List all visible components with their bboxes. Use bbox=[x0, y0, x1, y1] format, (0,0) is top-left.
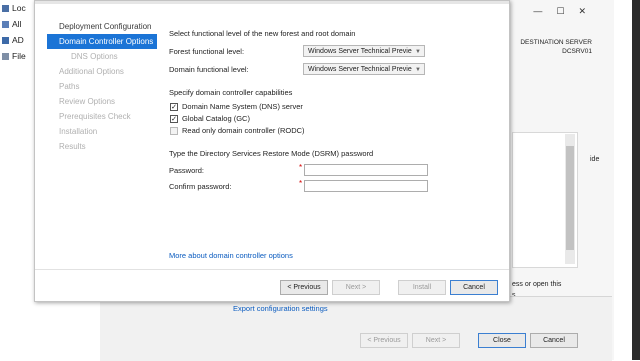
chevron-down-icon: ▼ bbox=[415, 49, 421, 55]
background-next-button[interactable]: Next > bbox=[412, 333, 460, 348]
dsrm-heading: Type the Directory Services Restore Mode… bbox=[169, 149, 374, 158]
install-button[interactable]: Install bbox=[398, 280, 446, 295]
nav-item-results: Results bbox=[59, 142, 86, 151]
confirm-password-input[interactable] bbox=[304, 180, 428, 192]
cancel-button[interactable]: Cancel bbox=[450, 280, 498, 295]
nav-item-dns-options: DNS Options bbox=[71, 52, 118, 61]
previous-button[interactable]: < Previous bbox=[280, 280, 328, 295]
destination-server-name: DCSRV01 bbox=[562, 48, 592, 55]
required-marker: * bbox=[299, 163, 303, 172]
background-previous-button[interactable]: < Previous bbox=[360, 333, 408, 348]
confirm-password-label: Confirm password: bbox=[169, 182, 232, 191]
desktop-edge bbox=[632, 0, 640, 360]
sidebar-item-label: All bbox=[12, 19, 22, 29]
file-services-icon bbox=[2, 53, 9, 60]
background-footer bbox=[100, 296, 612, 361]
nav-item-prerequisites-check: Prerequisites Check bbox=[59, 112, 131, 121]
forest-level-value: Windows Server Technical Previe bbox=[308, 48, 412, 55]
nav-item-domain-controller-options[interactable]: Domain Controller Options bbox=[47, 34, 157, 49]
background-text-fragment: ide bbox=[590, 156, 600, 163]
nav-item-paths: Paths bbox=[59, 82, 80, 91]
password-label: Password: bbox=[169, 166, 205, 175]
minimize-icon[interactable]: — bbox=[533, 6, 556, 16]
window-controls: —☐✕ bbox=[533, 6, 600, 17]
dialog-footer-divider bbox=[35, 269, 509, 270]
dns-server-label: Domain Name System (DNS) server bbox=[182, 102, 303, 111]
password-input[interactable] bbox=[304, 164, 428, 176]
functional-level-heading: Select functional level of the new fores… bbox=[169, 29, 356, 38]
sidebar-item-label: AD bbox=[12, 35, 24, 45]
rodc-label: Read only domain controller (RODC) bbox=[182, 126, 305, 135]
nav-item-deployment-configuration[interactable]: Deployment Configuration bbox=[47, 19, 157, 34]
export-configuration-link[interactable]: Export configuration settings bbox=[233, 304, 328, 313]
chevron-down-icon: ▼ bbox=[415, 67, 421, 73]
domain-level-select[interactable]: Windows Server Technical Previe ▼ bbox=[303, 63, 425, 75]
sidebar-item-label: File bbox=[12, 51, 26, 61]
dialog-title-edge bbox=[35, 1, 509, 4]
local-server-icon bbox=[2, 5, 9, 12]
required-marker: * bbox=[299, 179, 303, 188]
capabilities-heading: Specify domain controller capabilities bbox=[169, 88, 293, 97]
checkmark-icon: ✓ bbox=[171, 116, 177, 123]
global-catalog-label: Global Catalog (GC) bbox=[182, 114, 250, 123]
all-servers-icon bbox=[2, 21, 9, 28]
global-catalog-checkbox[interactable]: ✓ bbox=[170, 115, 178, 123]
dns-server-checkbox[interactable]: ✓ bbox=[170, 103, 178, 111]
next-button[interactable]: Next > bbox=[332, 280, 380, 295]
scrollbar-thumb[interactable] bbox=[566, 146, 574, 250]
sidebar-item-local[interactable]: Loc bbox=[2, 3, 26, 13]
forest-level-select[interactable]: Windows Server Technical Previe ▼ bbox=[303, 45, 425, 57]
domain-level-value: Windows Server Technical Previe bbox=[308, 66, 412, 73]
sidebar-item-label: Loc bbox=[12, 3, 26, 13]
close-icon[interactable]: ✕ bbox=[578, 6, 600, 16]
nav-item-review-options: Review Options bbox=[59, 97, 116, 106]
rodc-checkbox[interactable] bbox=[170, 127, 178, 135]
background-cancel-button[interactable]: Cancel bbox=[530, 333, 578, 348]
server-manager-sidebar: Loc All AD File bbox=[0, 0, 32, 360]
background-text-line: ess or open this bbox=[512, 281, 562, 288]
more-about-dc-options-link[interactable]: More about domain controller options bbox=[169, 251, 293, 260]
checkmark-icon: ✓ bbox=[171, 104, 177, 111]
sidebar-item-all[interactable]: All bbox=[2, 19, 21, 29]
ad-ds-configuration-wizard: Deployment Configuration Domain Controll… bbox=[34, 0, 510, 302]
destination-label: DESTINATION SERVER bbox=[520, 39, 592, 46]
ad-ds-icon bbox=[2, 37, 9, 44]
wizard-navigation: Deployment Configuration Domain Controll… bbox=[47, 19, 157, 154]
destination-server-info: DESTINATION SERVER DCSRV01 bbox=[520, 38, 592, 56]
nav-item-installation: Installation bbox=[59, 127, 98, 136]
domain-level-label: Domain functional level: bbox=[169, 65, 249, 74]
forest-level-label: Forest functional level: bbox=[169, 47, 245, 56]
sidebar-item-file[interactable]: File bbox=[2, 51, 26, 61]
nav-item-additional-options: Additional Options bbox=[59, 67, 124, 76]
maximize-icon[interactable]: ☐ bbox=[556, 6, 578, 16]
background-close-button[interactable]: Close bbox=[478, 333, 526, 348]
sidebar-item-ad[interactable]: AD bbox=[2, 35, 24, 45]
